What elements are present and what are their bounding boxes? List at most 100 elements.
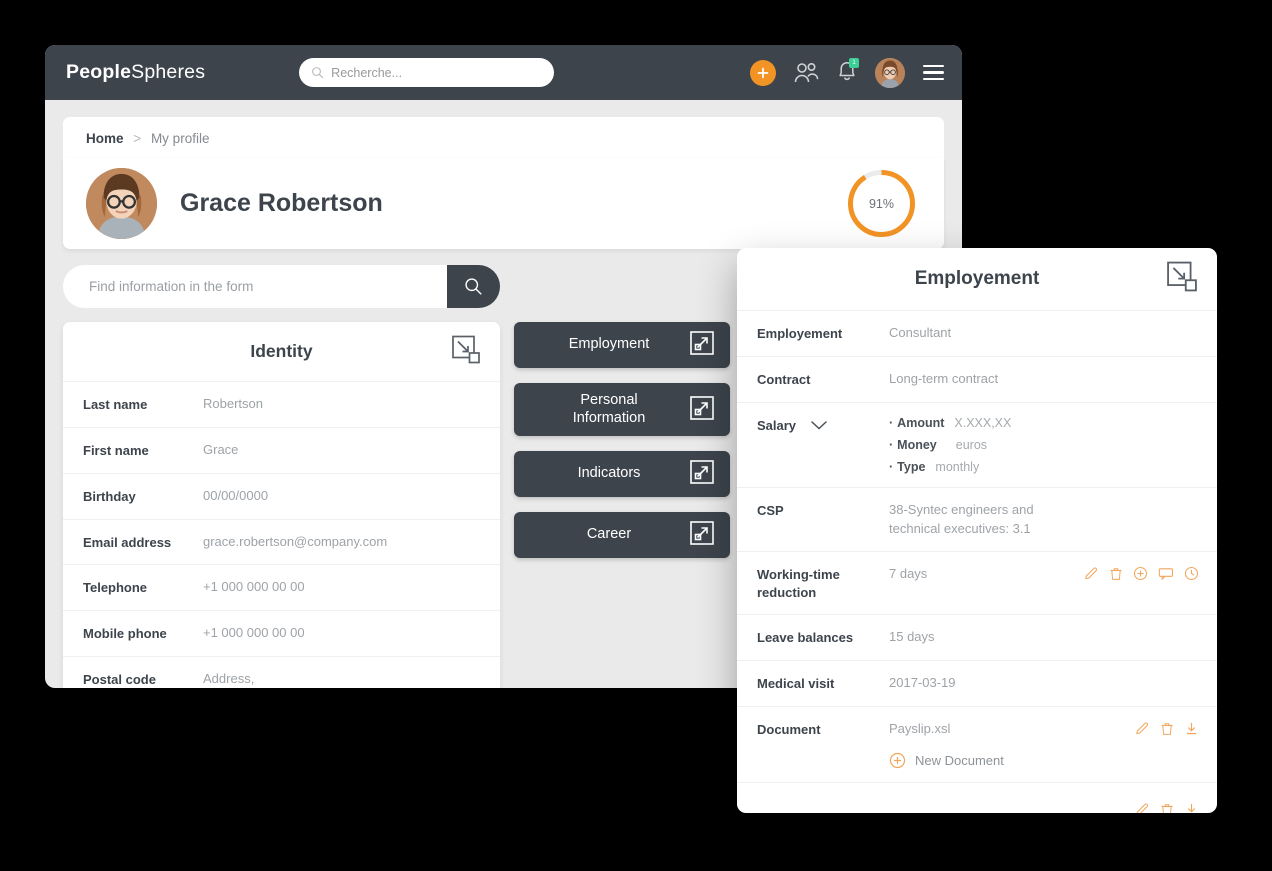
salary-detail-value: X.XXX,XX (954, 415, 1012, 430)
breadcrumb-current: My profile (150, 131, 210, 146)
row-label: Document (757, 722, 821, 738)
nav-button-employment[interactable]: Employment (514, 322, 730, 368)
row-value: 2017-03-19 (889, 675, 956, 691)
expand-icon (690, 521, 714, 549)
form-search-input[interactable]: Find information in the form (63, 265, 447, 308)
row-value: grace.robertson@company.com (203, 533, 388, 549)
page-title: Grace Robertson (180, 189, 383, 217)
top-navigation-bar: People Spheres Recherche... 1 (45, 45, 962, 100)
global-search-placeholder: Recherche... (331, 65, 403, 80)
salary-detail-item: Money euros (889, 438, 1011, 452)
nav-button-indicators[interactable]: Indicators (514, 451, 730, 497)
identity-card-header: Identity (63, 322, 500, 382)
nav-button-career[interactable]: Career (514, 512, 730, 558)
table-row: Telephone +1 000 000 00 00 (63, 565, 500, 612)
breadcrumb-home[interactable]: Home (86, 131, 124, 146)
brand-logo[interactable]: People Spheres (66, 61, 205, 84)
edit-icon[interactable] (1135, 802, 1150, 813)
chevron-down-icon[interactable] (810, 417, 827, 435)
expand-icon (690, 460, 714, 488)
row-label: Leave balances (757, 630, 854, 646)
nav-button-label: Employment (568, 336, 650, 353)
delete-icon[interactable] (1160, 802, 1174, 813)
salary-detail-value: euros (955, 437, 988, 452)
new-document-button[interactable]: New Document (889, 752, 1199, 769)
row-label: Telephone (83, 580, 148, 596)
row-label: Mobile phone (83, 626, 167, 642)
row-value: Consultant (889, 325, 952, 340)
edit-icon[interactable] (1135, 721, 1150, 736)
row-value: Robertson (203, 396, 263, 411)
people-icon[interactable] (794, 62, 819, 84)
row-label: Salary (757, 416, 889, 435)
breadcrumb-separator: > (133, 131, 142, 146)
search-icon (312, 67, 324, 79)
row-label: Contract (757, 371, 811, 387)
delete-icon[interactable] (1160, 721, 1174, 736)
row-label: First name (83, 442, 149, 458)
expand-icon (690, 331, 714, 359)
row-actions (1135, 801, 1199, 813)
notifications-button[interactable]: 1 (837, 57, 859, 87)
document-file-name: Payslip.xsl (889, 721, 951, 737)
row-value: Address, 00000, City, COUNTRY (203, 671, 255, 687)
global-search-input[interactable]: Recherche... (299, 58, 555, 87)
row-value: 7 days (889, 566, 928, 582)
salary-detail-key: Type (889, 460, 925, 474)
salary-detail-key: Amount (889, 416, 944, 430)
expand-icon (690, 395, 714, 424)
profile-avatar-image (86, 168, 157, 239)
menu-line (923, 71, 944, 74)
table-row: Last name Robertson (63, 382, 500, 428)
comment-icon[interactable] (1158, 566, 1174, 581)
profile-avatar[interactable] (86, 168, 157, 239)
delete-icon[interactable] (1109, 566, 1123, 581)
row-label: Working-time reduction (757, 567, 840, 600)
add-circle-icon[interactable] (1133, 566, 1148, 581)
download-icon[interactable] (1184, 721, 1199, 736)
row-value: +1 000 000 00 00 (203, 625, 305, 641)
nav-button-label: Indicators (577, 465, 641, 482)
table-row: CSP 38-Syntec engineers and technical ex… (737, 488, 1217, 553)
collapse-icon (452, 335, 480, 363)
form-search-placeholder: Find information in the form (89, 279, 254, 294)
history-icon[interactable] (1184, 566, 1199, 581)
avatar[interactable] (875, 57, 905, 88)
row-actions (1084, 565, 1199, 581)
employment-panel: Employement Employement Consultant Contr… (737, 248, 1217, 813)
add-button[interactable] (750, 59, 776, 86)
screenshot-stage: People Spheres Recherche... 1 Home > My … (0, 0, 1272, 871)
salary-detail-key: Money (889, 438, 937, 452)
edit-icon[interactable] (1084, 566, 1099, 581)
menu-line (923, 77, 944, 80)
collapse-expand-icon[interactable] (1167, 261, 1197, 297)
row-label: Last name (83, 397, 148, 412)
form-search-button[interactable] (447, 265, 500, 308)
profile-header-card: Grace Robertson 91% (63, 158, 944, 249)
download-icon[interactable] (1184, 802, 1199, 813)
add-circle-icon (889, 752, 906, 769)
row-label: CSP (757, 502, 784, 518)
row-label: Postal code (83, 672, 156, 688)
row-value: Long-term contract (889, 370, 999, 386)
table-row: Working-time reduction 7 days (737, 552, 1217, 616)
brand-logo-light: Spheres (131, 61, 206, 83)
identity-card: Identity Last name Robertson First name … (63, 322, 500, 688)
table-row: Medical visit 2017-03-19 (737, 661, 1217, 708)
table-row-salary: Salary Amount X.XXX,XX Money euros Typ (737, 403, 1217, 488)
table-row: First name Grace (63, 428, 500, 474)
menu-line (923, 65, 944, 68)
search-icon (465, 278, 482, 295)
table-row: Postal code Address, 00000, City, COUNTR… (63, 657, 500, 688)
table-row-empty (737, 783, 1217, 813)
menu-icon[interactable] (923, 65, 944, 80)
collapse-expand-icon[interactable] (452, 335, 480, 368)
form-search: Find information in the form (63, 265, 500, 308)
employment-panel-header: Employement (737, 248, 1217, 311)
expand-icon-graphic (690, 395, 714, 420)
table-row-document: Document Payslip.xsl New Document (737, 707, 1217, 783)
salary-detail-value: monthly (935, 459, 980, 474)
nav-button-personal-information[interactable]: Personal Information (514, 383, 730, 436)
row-label: Email address (83, 534, 172, 550)
table-row: Mobile phone +1 000 000 00 00 (63, 611, 500, 658)
